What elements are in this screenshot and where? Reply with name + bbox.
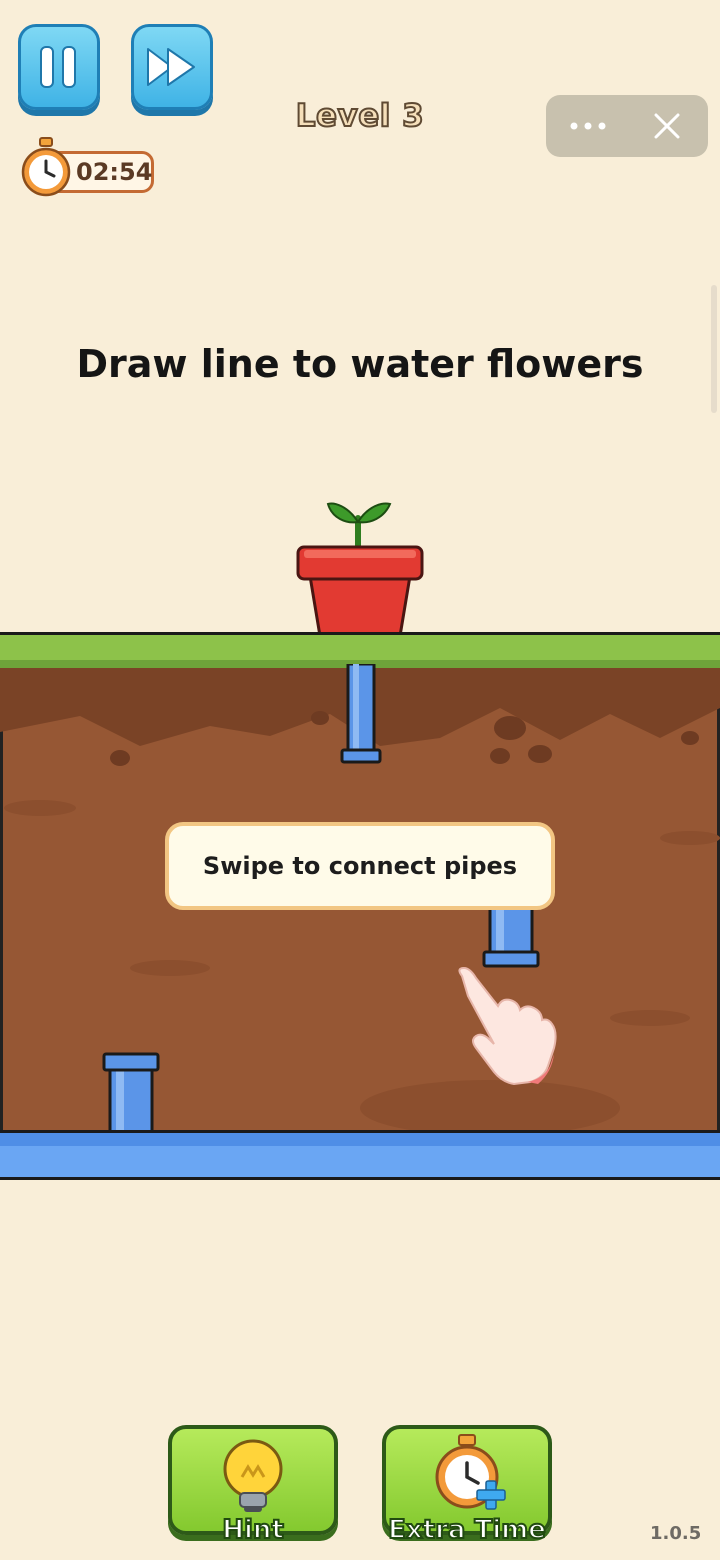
middle-pipe[interactable] [482,906,540,970]
tooltip-text: Swipe to connect pipes [202,852,518,880]
extra-time-button[interactable]: Extra Time [382,1425,552,1546]
outlet-pipe-top[interactable] [340,664,382,766]
more-dots-icon[interactable] [566,113,610,139]
hint-label: Hint [221,1514,285,1546]
pointing-hand-icon [458,966,557,1086]
water-main-pipe [0,1130,720,1180]
close-icon[interactable] [652,111,682,141]
version-text: 1.0.5 [650,1523,702,1544]
grass-strip [0,632,720,668]
instruction-text: Draw line to water flowers [76,342,644,386]
inlet-pipe-bottom[interactable] [102,1052,160,1134]
tutorial-tooltip: Swipe to connect pipes [165,822,555,910]
stopwatch-icon [21,137,71,197]
timer-text: 02:54 [76,158,153,186]
extra-time-label: Extra Time [387,1514,547,1546]
mini-program-capsule [546,95,708,157]
pause-icon [40,46,76,88]
fast-forward-icon [147,48,195,86]
flower-pot [296,502,424,642]
hint-button[interactable]: Hint [168,1425,338,1546]
